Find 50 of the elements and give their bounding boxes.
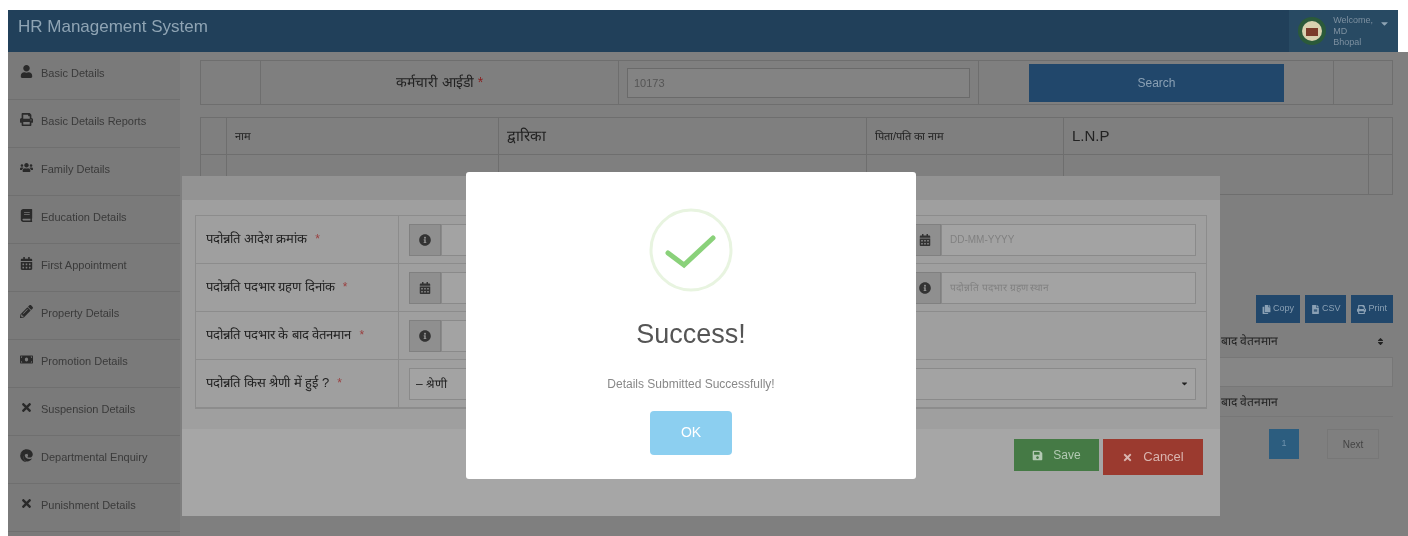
required-mark: * — [315, 232, 320, 246]
printer-icon — [20, 113, 33, 126]
employee-id-label: कर्मचारी आईडी — [395, 73, 474, 92]
users-icon — [20, 161, 33, 174]
close-icon — [1122, 451, 1134, 463]
emblem-icon — [1297, 16, 1328, 46]
file-icon — [1310, 304, 1320, 314]
field-label: पदोन्नति पदभार के बाद वेतनमान — [206, 327, 352, 342]
required-mark: * — [477, 73, 484, 92]
printer-icon — [1357, 304, 1367, 314]
table-cell-text: पिता/पति का नाम — [875, 128, 945, 144]
export-button[interactable]: CSV — [1304, 295, 1347, 323]
required-mark: * — [337, 376, 342, 390]
welcome-text: Bhopal — [1333, 36, 1363, 48]
alert-message: Details Submitted Successfully! — [607, 375, 775, 393]
field-label: पदोन्नति पदभार ग्रहण दिनांक — [206, 279, 335, 294]
table-cell-text: द्वारिका — [507, 125, 546, 146]
book-icon — [20, 209, 33, 222]
table-cell-text: बाद वेतनमान — [1221, 393, 1279, 411]
calendar-icon — [20, 257, 33, 270]
required-mark: * — [342, 280, 348, 294]
caret-icon — [1180, 379, 1189, 388]
close-icon — [20, 497, 33, 510]
search-button[interactable]: Search — [1029, 63, 1284, 102]
user-icon — [20, 65, 33, 78]
export-button[interactable]: Print — [1351, 295, 1393, 323]
save-icon — [1032, 449, 1044, 461]
e-logo-icon — [20, 449, 33, 462]
page-button[interactable]: 1 — [1269, 429, 1299, 459]
welcome-text: MD — [1333, 25, 1349, 37]
welcome-text: Welcome, — [1333, 14, 1373, 26]
copy-icon — [1261, 304, 1271, 314]
alert-title: Success! — [636, 318, 746, 351]
table-cell-text: L.N.P — [1072, 125, 1110, 146]
app-title: HR Management System — [18, 16, 208, 38]
cancel-button[interactable]: Cancel — [1103, 439, 1203, 475]
field-label: पदोन्नति किस श्रेणी में हुई ? — [206, 375, 330, 390]
sort-icon — [1376, 336, 1385, 346]
next-button[interactable]: Next — [1327, 429, 1379, 459]
table-cell-text: नाम — [235, 128, 251, 144]
export-button[interactable]: Copy — [1255, 295, 1300, 323]
ok-button[interactable]: OK — [650, 410, 732, 455]
field-label: पदोन्नति आदेश क्रमांक — [206, 231, 308, 246]
banknote-icon — [20, 353, 33, 366]
column-header[interactable]: बाद वेतनमान — [1213, 325, 1393, 357]
save-button[interactable]: Save — [1014, 439, 1099, 471]
required-mark: * — [359, 328, 365, 342]
check-icon — [649, 208, 733, 292]
pencil-icon — [20, 305, 33, 318]
close-icon — [20, 401, 33, 414]
